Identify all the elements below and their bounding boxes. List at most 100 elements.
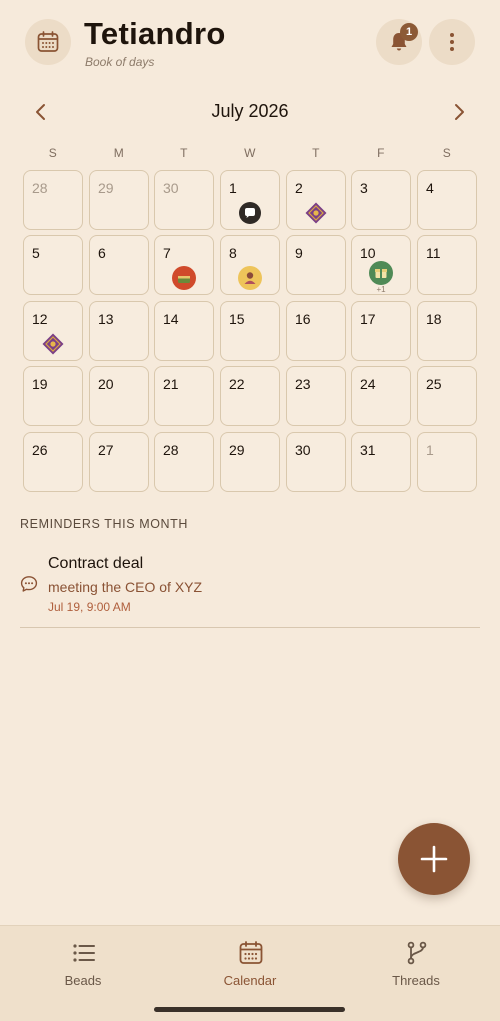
reminder-item[interactable]: Contract deal meeting the CEO of XYZ Jul… <box>20 548 480 628</box>
nav-label-beads: Beads <box>64 973 102 988</box>
yellow-person-icon[interactable] <box>238 266 262 290</box>
nav-item-beads[interactable]: Beads <box>23 926 143 996</box>
more-events-count: +1 <box>376 285 386 294</box>
calendar-day-cell[interactable]: 26 <box>23 432 83 492</box>
calendar-day-cell[interactable]: 19 <box>23 366 83 426</box>
calendar-day-cell[interactable]: 23 <box>286 366 346 426</box>
reminder-title: Contract deal <box>48 555 144 572</box>
next-month-button[interactable] <box>442 95 476 129</box>
calendar-day-cell[interactable]: 2 <box>286 170 346 230</box>
calendar-day-cell[interactable]: 30 <box>286 432 346 492</box>
nav-item-calendar[interactable]: Calendar <box>190 926 310 996</box>
day-number: 1 <box>229 180 237 196</box>
day-number: 14 <box>163 311 179 327</box>
day-number: 7 <box>163 245 171 261</box>
weekday-header: S M T W T F S <box>20 146 480 162</box>
day-number: 15 <box>229 311 245 327</box>
purple-diamond-icon[interactable] <box>41 332 65 356</box>
day-number: 31 <box>360 442 376 458</box>
day-number: 20 <box>98 376 114 392</box>
calendar-day-cell[interactable]: 31 <box>351 432 411 492</box>
chat-bubble-icon[interactable] <box>238 201 262 225</box>
month-label: July 2026 <box>211 101 289 121</box>
calendar-day-cell[interactable]: 17 <box>351 301 411 361</box>
chevron-right-icon <box>455 104 464 120</box>
home-indicator[interactable] <box>154 1007 345 1012</box>
day-number: 27 <box>98 442 114 458</box>
day-number: 28 <box>163 442 179 458</box>
calendar-day-cell[interactable]: 6 <box>89 235 149 295</box>
weekday-label: S <box>48 146 58 160</box>
calendar-icon <box>239 941 263 964</box>
calendar-day-cell[interactable]: 1 <box>220 170 280 230</box>
day-number: 6 <box>98 245 106 261</box>
day-number: 18 <box>426 311 442 327</box>
calendar-day-cell[interactable]: 28 <box>23 170 83 230</box>
day-number: 21 <box>163 376 179 392</box>
calendar-day-cell[interactable]: 11 <box>417 235 477 295</box>
day-number: 19 <box>32 376 48 392</box>
calendar-day-cell[interactable]: 3 <box>351 170 411 230</box>
month-navigation: July 2026 <box>0 95 500 129</box>
calendar-day-cell[interactable]: 13 <box>89 301 149 361</box>
page-subtitle: Book of days <box>85 55 155 69</box>
calendar-day-cell[interactable]: 16 <box>286 301 346 361</box>
nav-item-threads[interactable]: Threads <box>356 926 476 996</box>
green-gift-icon[interactable] <box>369 261 393 285</box>
day-number: 26 <box>32 442 48 458</box>
calendar-day-cell[interactable]: 10 +1 <box>351 235 411 295</box>
calendar-day-cell[interactable]: 21 <box>154 366 214 426</box>
day-number: 4 <box>426 180 434 196</box>
calendar-day-cell[interactable]: 22 <box>220 366 280 426</box>
notifications-button[interactable]: 1 <box>376 19 422 65</box>
calendar-day-cell[interactable]: 7 <box>154 235 214 295</box>
more-vertical-icon <box>450 33 454 51</box>
calendar-day-cell[interactable]: 18 <box>417 301 477 361</box>
weekday-label: M <box>113 146 125 160</box>
calendar-day-cell[interactable]: 20 <box>89 366 149 426</box>
calendar-day-cell[interactable]: 14 <box>154 301 214 361</box>
calendar-day-cell[interactable]: 24 <box>351 366 411 426</box>
weekday-label: W <box>244 146 256 160</box>
list-icon <box>73 944 95 962</box>
calendar-day-cell[interactable]: 29 <box>220 432 280 492</box>
red-cake-icon[interactable] <box>172 266 196 290</box>
weekday-label: F <box>377 146 385 160</box>
day-number: 25 <box>426 376 442 392</box>
calendar-day-cell[interactable]: 25 <box>417 366 477 426</box>
day-number: 11 <box>426 245 441 261</box>
calendar-day-cell[interactable]: 29 <box>89 170 149 230</box>
day-number: 9 <box>295 245 303 261</box>
reminder-description: meeting the CEO of XYZ <box>48 579 203 595</box>
notification-badge: 1 <box>400 23 418 41</box>
reminder-time: Jul 19, 9:00 AM <box>48 600 131 614</box>
calendar-day-cell[interactable]: 12 <box>23 301 83 361</box>
calendar-day-cell[interactable]: 15 <box>220 301 280 361</box>
calendar-day-cell[interactable]: 5 <box>23 235 83 295</box>
add-button[interactable] <box>398 823 470 895</box>
day-number: 3 <box>360 180 368 196</box>
calendar-app-button[interactable] <box>25 19 71 65</box>
day-number: 30 <box>295 442 311 458</box>
calendar-icon <box>37 31 59 52</box>
day-number: 12 <box>32 311 48 327</box>
day-number: 17 <box>360 311 376 327</box>
day-number: 1 <box>426 442 434 458</box>
nav-label-threads: Threads <box>392 973 440 988</box>
more-options-button[interactable] <box>429 19 475 65</box>
chat-bubble-icon <box>20 576 38 592</box>
calendar-day-cell[interactable]: 28 <box>154 432 214 492</box>
day-number: 29 <box>229 442 245 458</box>
day-number: 8 <box>229 245 237 261</box>
calendar-day-cell[interactable]: 8 <box>220 235 280 295</box>
calendar-day-cell[interactable]: 1 <box>417 432 477 492</box>
calendar-day-cell[interactable]: 30 <box>154 170 214 230</box>
day-number: 24 <box>360 376 376 392</box>
calendar-day-cell[interactable]: 27 <box>89 432 149 492</box>
day-number: 13 <box>98 311 114 327</box>
calendar-day-cell[interactable]: 9 <box>286 235 346 295</box>
nav-label-calendar: Calendar <box>223 973 277 988</box>
calendar-day-cell[interactable]: 4 <box>417 170 477 230</box>
purple-diamond-icon[interactable] <box>304 201 328 225</box>
plus-icon <box>420 845 448 873</box>
